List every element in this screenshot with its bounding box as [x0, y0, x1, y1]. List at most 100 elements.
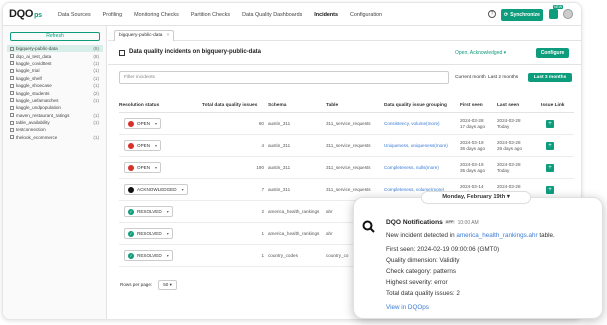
issue-link-button[interactable]: +: [546, 120, 554, 128]
issue-grouping-link[interactable]: Uniqueness, uniqueness(more): [384, 143, 448, 148]
checkbox-icon[interactable]: [10, 135, 14, 140]
issue-link-button[interactable]: +: [546, 186, 554, 194]
checkbox-icon[interactable]: [10, 46, 14, 51]
table-name: 311_service_requests: [326, 165, 371, 170]
rows-per-page-value: 50: [163, 282, 169, 287]
sidebar-item[interactable]: thelook_ecommerce (1): [7, 134, 103, 141]
refresh-button[interactable]: Refresh: [10, 32, 100, 41]
column-header[interactable]: Schema: [268, 103, 286, 108]
sender-name[interactable]: DQO Notifications: [386, 219, 443, 226]
status-dropdown[interactable]: ACKNOWLEDGED ▾: [124, 184, 188, 195]
status-dropdown[interactable]: ✓ RESOLVED ▾: [124, 228, 173, 239]
last-3-months-button[interactable]: Last 3 months: [528, 73, 572, 82]
sidebar-item[interactable]: dqo_ai_test_data (8): [7, 52, 103, 59]
checkbox-icon[interactable]: [10, 120, 14, 125]
help-icon[interactable]: ?: [488, 10, 496, 18]
view-in-dqops-link[interactable]: View in DQOps: [386, 304, 429, 311]
sidebar-item-label: kaggle_undpopulation: [16, 105, 61, 111]
status-dropdown[interactable]: ✓ RESOLVED ▾: [124, 250, 173, 261]
nav-item-data-quality-dashboards[interactable]: Data Quality Dashboards: [242, 12, 302, 18]
user-avatar[interactable]: [563, 9, 573, 19]
sidebar-item[interactable]: kaggle_uefamatches (1): [7, 97, 103, 104]
checkbox-icon[interactable]: [10, 98, 14, 103]
status-dropdown[interactable]: OPEN ▾: [124, 140, 162, 151]
nav-item-profiling[interactable]: Profiling: [103, 12, 122, 18]
sidebar-item[interactable]: maven_restaurant_ratings (1): [7, 112, 103, 119]
intro-suffix: table.: [537, 232, 555, 239]
issue-grouping-link[interactable]: Completeness, nulls(more): [384, 165, 439, 170]
sidebar-item-count: (1): [93, 68, 99, 74]
sidebar-item[interactable]: kaggle_students (2): [7, 89, 103, 96]
sidebar-item-count: (1): [93, 134, 99, 140]
checkbox-icon[interactable]: [10, 54, 14, 59]
sidebar-item[interactable]: kaggle_undpopulation: [7, 104, 103, 111]
sidebar-item[interactable]: kaggle_shelf (1): [7, 75, 103, 82]
checkbox-icon[interactable]: [10, 105, 14, 110]
intro-line: New incident detected in america_health_…: [386, 232, 555, 239]
rows-per-page-label: Rows per page:: [120, 282, 153, 287]
chevron-down-icon: ▾: [166, 253, 169, 258]
sidebar-item[interactable]: testconnection: [7, 126, 103, 133]
status-label: ACKNOWLEDGED: [137, 187, 177, 192]
sidebar-item[interactable]: bigquery-public-data (8): [7, 45, 103, 53]
column-header[interactable]: Total data quality issues: [202, 103, 257, 108]
current-month-button[interactable]: Current month: [455, 73, 486, 82]
check-circle-icon: ✓: [128, 230, 134, 237]
issue-count: 1: [261, 231, 264, 236]
issue-link-button[interactable]: +: [546, 142, 554, 150]
tab-bigquery-public-data[interactable]: bigquery-public-data ×: [114, 30, 175, 41]
filter-incidents-input[interactable]: Filter incidents: [119, 71, 449, 84]
close-icon[interactable]: ×: [166, 33, 169, 38]
page-title: Data quality incidents on bigquery-publi…: [129, 49, 262, 55]
nav-item-data-sources[interactable]: Data Sources: [58, 12, 91, 18]
notifications-bell-icon[interactable]: [549, 9, 558, 19]
schema-name: america_health_rankings: [268, 231, 320, 236]
status-dropdown[interactable]: ✓ RESOLVED ▾: [124, 206, 173, 217]
last-2-months-button[interactable]: Last 2 months: [488, 73, 518, 82]
sidebar-item-label: kaggle_shoecase: [16, 83, 52, 89]
column-header[interactable]: First seen: [460, 103, 483, 108]
column-header[interactable]: Data quality issue grouping: [384, 103, 447, 108]
column-header[interactable]: Last seen: [497, 103, 519, 108]
sidebar-item[interactable]: kaggle_covidttest (1): [7, 60, 103, 67]
column-header[interactable]: Issue Link: [541, 103, 564, 108]
sidebar-item[interactable]: table_availability (1): [7, 119, 103, 126]
checkbox-icon[interactable]: [10, 76, 14, 81]
date-pill[interactable]: Monday, February 19th ▾: [421, 191, 531, 204]
checkbox-icon[interactable]: [10, 113, 14, 118]
checkbox-icon[interactable]: [10, 61, 14, 66]
issue-grouping-link[interactable]: Consistency, volume(more): [384, 121, 440, 126]
table-link[interactable]: america_health_rankings.ahr: [456, 232, 537, 239]
status-dropdown[interactable]: OPEN ▾: [124, 118, 162, 129]
status-filter-dropdown[interactable]: Open, Acknowledged ▾: [455, 50, 506, 56]
view-link-text[interactable]: View in DQOps: [386, 304, 429, 311]
schema-name: austin_311: [268, 165, 291, 170]
first-seen-date: 2024-03-28: [460, 118, 484, 123]
dqops-logo[interactable]: DQOps: [9, 8, 42, 20]
sidebar-item-count: (1): [93, 112, 99, 118]
schema-name: country_codes: [268, 253, 298, 258]
nav-item-partition-checks[interactable]: Partition Checks: [191, 12, 230, 18]
checkbox-icon[interactable]: [10, 68, 14, 73]
column-header[interactable]: Table: [326, 103, 338, 108]
last-seen-ago: 26 days ago: [497, 146, 523, 151]
sidebar-item[interactable]: kaggle_shoecase (1): [7, 82, 103, 89]
checkbox-icon[interactable]: [10, 127, 14, 132]
configure-button[interactable]: Configure: [536, 48, 569, 58]
checkbox-icon[interactable]: [10, 91, 14, 96]
incidents-header: Data quality incidents on bigquery-publi…: [119, 48, 574, 60]
synchronize-button[interactable]: ⟳ Synchronize: [501, 9, 543, 21]
issue-link-button[interactable]: +: [546, 164, 554, 172]
status-dropdown[interactable]: OPEN ▾: [124, 162, 162, 173]
nav-item-configuration[interactable]: Configuration: [350, 12, 382, 18]
checkbox-icon[interactable]: [10, 83, 14, 88]
schema-name: austin_311: [268, 143, 291, 148]
sidebar-item[interactable]: kaggle_trial (1): [7, 67, 103, 74]
tab-bar: bigquery-public-data ×: [108, 26, 581, 41]
nav-item-incidents[interactable]: Incidents: [314, 12, 338, 18]
nav-item-monitoring-checks[interactable]: Monitoring Checks: [134, 12, 179, 18]
rows-per-page-select[interactable]: 50 ▾: [158, 280, 177, 290]
column-header[interactable]: Resolution status: [119, 103, 159, 108]
chevron-down-icon: ▾: [155, 165, 158, 170]
sidebar-item-label: dqo_ai_test_data: [16, 53, 52, 59]
